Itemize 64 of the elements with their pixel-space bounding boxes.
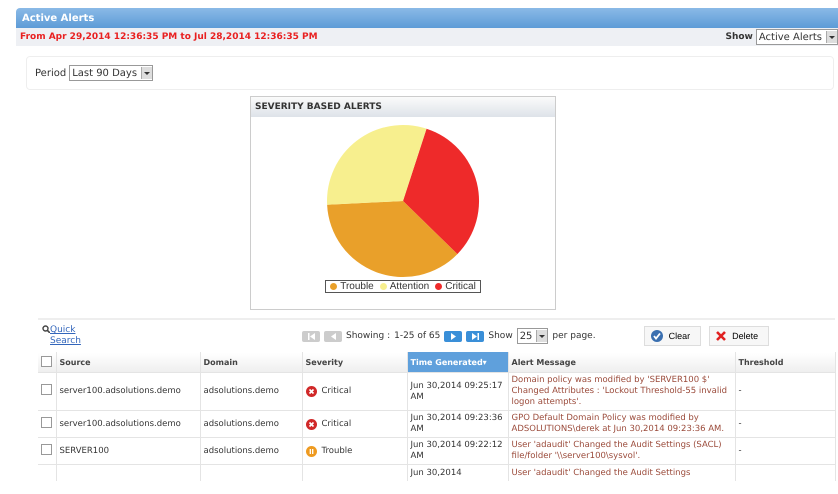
legend-label: Attention [390, 281, 430, 292]
table-cell: SERVER100 [56, 438, 200, 464]
showing-range: 1-25 of 65 [394, 331, 440, 341]
table-cell: - [735, 410, 835, 438]
clear-button[interactable]: Clear [644, 326, 702, 346]
row-checkbox[interactable] [41, 416, 52, 428]
caret-icon [829, 36, 835, 38]
first-page-icon [308, 332, 314, 340]
column-header[interactable]: Threshold [735, 352, 835, 372]
row-checkbox[interactable] [41, 384, 52, 395]
severity-label: Critical [322, 418, 352, 430]
table-cell: server100.adsolutions.demo [56, 410, 200, 438]
show-label: Show [725, 32, 753, 42]
search-icon [42, 325, 50, 333]
severity-label: Critical [322, 386, 352, 397]
table-cell: adsolutions.demo [200, 438, 302, 464]
show-dropdown[interactable]: Active Alerts [756, 29, 838, 45]
table-cell: Jun 30,2014 09:23:36 AM [407, 410, 508, 438]
error-icon [306, 386, 316, 397]
window-title: Active Alerts [16, 8, 838, 28]
table-cell: Jun 30,2014 [407, 464, 508, 481]
table-cell: User 'adaudit' Changed the Audit Settings [508, 464, 735, 481]
table-cell: Domain policy was modified by 'SERVER100 $' Changed Attributes : 'Lockout Threshold-55 invalid logon attempts'. [508, 372, 735, 410]
table-cell: - [735, 438, 835, 464]
previous-page-button[interactable] [324, 330, 342, 342]
error-icon [306, 418, 316, 430]
period-dropdown[interactable]: Last 90 Days [69, 65, 154, 81]
legend-label: Trouble [340, 281, 374, 292]
caret-icon [539, 334, 546, 338]
next-page-icon [450, 332, 457, 340]
severity-label: Trouble [322, 446, 352, 456]
showing-label: Showing : [346, 331, 390, 341]
select-all-checkbox[interactable] [41, 356, 52, 366]
column-header[interactable]: Domain [200, 352, 302, 372]
table-cell: server100.adsolutions.demo [56, 372, 200, 410]
quick-search-link[interactable]: Quick Search [50, 325, 90, 347]
cross-icon [716, 331, 726, 341]
last-page-icon [472, 332, 479, 340]
per-page-label: per page. [552, 331, 596, 341]
row-checkbox[interactable] [41, 444, 52, 454]
show-label: Show [488, 331, 513, 341]
first-page-button[interactable] [302, 330, 320, 342]
table-cell: Jun 30,2014 09:22:12 AM [407, 438, 508, 464]
column-header[interactable]: Alert Message [508, 352, 735, 372]
caret-icon [144, 72, 150, 74]
delete-button[interactable]: Delete [709, 326, 770, 346]
last-page-button[interactable] [466, 330, 484, 342]
date-range: From Apr 29,2014 12:36:35 PM to Jul 28,2014 12:36:35 PM [20, 32, 318, 42]
table-cell: User 'adaudit' Changed the Audit Settings (SACL) file/folder '\\server100\sysvol'. [508, 438, 735, 464]
table-cell: adsolutions.demo [200, 372, 302, 410]
table-cell: - [735, 372, 835, 410]
table-cell: adsolutions.demo [200, 410, 302, 438]
page-size-dropdown[interactable]: 25 [516, 328, 548, 344]
table-cell: GPO Default Domain Policy was modified by ADSOLUTIONS\derek at Jun 30,2014 09:23:36 AM. [508, 410, 735, 438]
period-label: Period [35, 68, 66, 78]
check-icon [650, 330, 663, 342]
chart-title: SEVERITY BASED ALERTS [251, 97, 555, 117]
previous-page-icon [330, 332, 336, 340]
column-header[interactable]: Source [56, 352, 200, 372]
table-cell: Jun 30,2014 09:25:17 AM [407, 372, 508, 410]
warning-icon [306, 446, 316, 456]
column-header[interactable]: Severity [302, 352, 407, 372]
next-page-button[interactable] [444, 330, 462, 342]
legend-label: Critical [445, 281, 476, 292]
